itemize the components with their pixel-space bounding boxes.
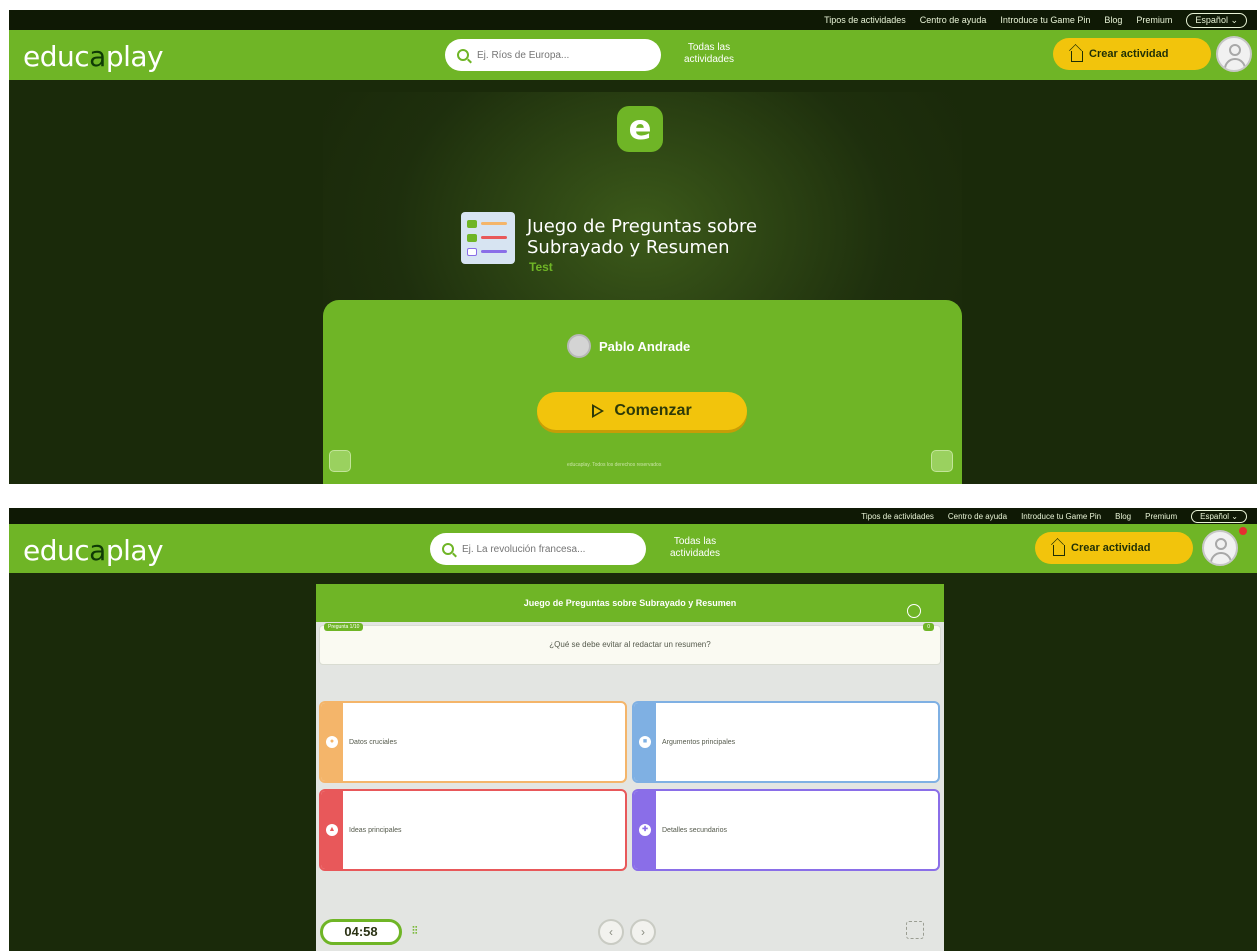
main-navbar: educaplay Todas las actividades Crear ac… xyxy=(9,524,1257,573)
link-activity-types[interactable]: Tipos de actividades xyxy=(824,15,906,25)
check-mark-icon xyxy=(467,220,477,228)
link-help-center[interactable]: Centro de ayuda xyxy=(948,512,1007,521)
score-check-icon xyxy=(907,603,921,618)
author-info[interactable]: Pablo Andrade xyxy=(567,334,690,358)
triangle-icon: ▲ xyxy=(321,791,343,869)
answer-label: Argumentos principales xyxy=(662,738,736,746)
link-activity-types[interactable]: Tipos de actividades xyxy=(861,512,934,521)
settings-sliders-icon[interactable]: ⫶⫶ xyxy=(412,925,424,939)
language-select[interactable]: Español ⌄ xyxy=(1191,509,1247,523)
question-text: ¿Qué se debe evitar al redactar un resum… xyxy=(549,640,711,649)
educaplay-e-icon: e xyxy=(617,106,663,152)
all-activities-link[interactable]: Todas las actividades xyxy=(671,42,747,66)
start-label: Comenzar xyxy=(614,402,692,419)
quiz-line xyxy=(481,236,507,239)
answer-option-4[interactable]: ✚ Detalles secundarios xyxy=(632,789,940,871)
educaplay-logo[interactable]: educaplay xyxy=(23,40,164,73)
play-icon xyxy=(592,404,605,418)
answer-option-1[interactable]: ● Datos cruciales xyxy=(319,701,627,783)
top-links-bar: Tipos de actividades Centro de ayuda Int… xyxy=(9,10,1257,30)
question-box: Pregunta 1/10 0 ¿Qué se debe evitar al r… xyxy=(319,623,941,665)
search-icon xyxy=(457,49,469,61)
search-icon xyxy=(442,543,454,555)
settings-sliders-icon[interactable] xyxy=(329,450,351,472)
question-screen: Tipos de actividades Centro de ayuda Int… xyxy=(9,508,1257,951)
notification-dot xyxy=(1239,527,1247,535)
language-select[interactable]: Español ⌄ xyxy=(1186,12,1247,28)
activity-title: Juego de Preguntas sobre Subrayado y Res… xyxy=(527,216,758,258)
check-mark-icon xyxy=(467,234,477,242)
all-activities-link[interactable]: Todas las actividades xyxy=(657,536,733,560)
points-badge: 0 xyxy=(923,623,934,631)
create-activity-label: Crear actividad xyxy=(1089,48,1169,60)
link-premium[interactable]: Premium xyxy=(1136,15,1172,25)
link-help-center[interactable]: Centro de ayuda xyxy=(920,15,987,25)
user-body-icon xyxy=(1210,552,1232,564)
user-avatar[interactable] xyxy=(1216,36,1252,72)
top-links-bar: Tipos de actividades Centro de ayuda Int… xyxy=(9,508,1257,524)
score-indicator xyxy=(898,588,930,618)
quiz-line xyxy=(481,222,507,225)
create-activity-label: Crear actividad xyxy=(1071,542,1151,554)
search-input[interactable] xyxy=(477,49,647,61)
fullscreen-icon[interactable] xyxy=(906,921,924,939)
activity-type: Test xyxy=(529,260,553,274)
create-activity-button[interactable]: Crear actividad xyxy=(1053,38,1211,70)
activity-start-screen: Tipos de actividades Centro de ayuda Int… xyxy=(9,10,1257,484)
link-premium[interactable]: Premium xyxy=(1145,512,1177,521)
copyright-text: educaplay. Todos los derechos reservados xyxy=(567,462,662,468)
link-game-pin[interactable]: Introduce tu Game Pin xyxy=(1000,15,1090,25)
square-icon: ■ xyxy=(634,703,656,781)
answer-option-3[interactable]: ▲ Ideas principales xyxy=(319,789,627,871)
author-name: Pablo Andrade xyxy=(599,338,691,354)
search-box[interactable] xyxy=(430,533,646,565)
user-head-icon xyxy=(1229,44,1241,56)
previous-button[interactable]: ‹ xyxy=(598,919,624,945)
author-avatar-icon xyxy=(567,334,591,358)
next-button[interactable]: › xyxy=(630,919,656,945)
fullscreen-icon[interactable] xyxy=(931,450,953,472)
user-body-icon xyxy=(1224,58,1246,70)
link-blog[interactable]: Blog xyxy=(1115,512,1131,521)
user-head-icon xyxy=(1215,538,1227,550)
answer-label: Ideas principales xyxy=(349,826,402,834)
link-blog[interactable]: Blog xyxy=(1104,15,1122,25)
quiz-checklist-icon xyxy=(461,212,515,264)
question-stage: Juego de Preguntas sobre Subrayado y Res… xyxy=(316,584,944,951)
activity-stage: e Juego de Preguntas sobre Subrayado y R… xyxy=(323,92,962,484)
answer-label: Datos cruciales xyxy=(349,738,397,746)
quiz-header: Juego de Preguntas sobre Subrayado y Res… xyxy=(316,584,944,622)
house-icon xyxy=(1071,50,1083,62)
search-box[interactable] xyxy=(445,39,661,71)
educaplay-logo[interactable]: educaplay xyxy=(23,534,164,567)
circle-icon: ● xyxy=(321,703,343,781)
answer-label: Detalles secundarios xyxy=(662,826,727,834)
start-button[interactable]: Comenzar xyxy=(537,392,747,430)
create-activity-button[interactable]: Crear actividad xyxy=(1035,532,1193,564)
question-number: Pregunta 1/10 xyxy=(324,623,364,631)
start-card: Pablo Andrade Comenzar educaplay. Todos … xyxy=(323,300,962,484)
house-icon xyxy=(1053,544,1065,556)
quiz-title: Juego de Preguntas sobre Subrayado y Res… xyxy=(523,598,737,608)
main-navbar: educaplay Todas las actividades Crear ac… xyxy=(9,30,1257,80)
answer-option-2[interactable]: ■ Argumentos principales xyxy=(632,701,940,783)
search-input[interactable] xyxy=(462,543,632,555)
countdown-timer: 04:58 xyxy=(320,919,402,945)
quiz-line xyxy=(481,250,507,253)
link-game-pin[interactable]: Introduce tu Game Pin xyxy=(1021,512,1101,521)
user-avatar[interactable] xyxy=(1202,530,1238,566)
language-label: Español xyxy=(1200,511,1230,521)
language-label: Español xyxy=(1195,14,1228,25)
cross-icon: ✚ xyxy=(634,791,656,869)
empty-box-icon xyxy=(467,248,477,256)
